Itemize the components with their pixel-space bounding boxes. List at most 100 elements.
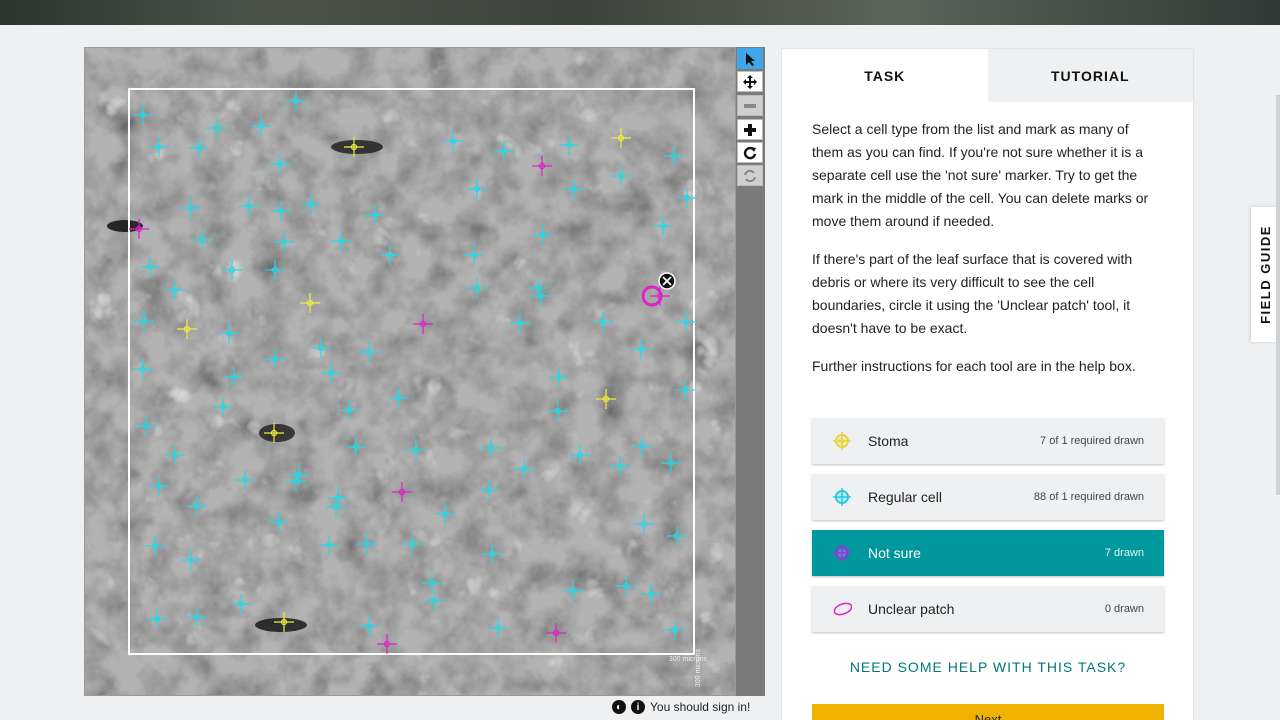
cell-mark[interactable] — [570, 445, 590, 465]
cell-mark[interactable] — [213, 397, 233, 417]
cell-mark[interactable] — [464, 245, 484, 265]
cell-mark[interactable] — [321, 363, 341, 383]
cell-mark[interactable] — [231, 594, 251, 614]
cell-mark[interactable] — [251, 116, 271, 136]
cell-mark[interactable] — [667, 526, 687, 546]
cell-mark[interactable] — [235, 470, 255, 490]
tool-option-stoma[interactable]: Stoma 7 of 1 required drawn — [812, 418, 1164, 464]
cell-mark[interactable] — [402, 534, 422, 554]
page-scrollbar[interactable] — [1276, 95, 1280, 495]
tool-option-regular-cell[interactable]: Regular cell 88 of 1 required drawn — [812, 474, 1164, 520]
cell-mark[interactable] — [365, 205, 385, 225]
cell-mark[interactable] — [392, 482, 412, 502]
cell-mark[interactable] — [564, 179, 584, 199]
cell-mark[interactable] — [664, 146, 684, 166]
tab-tutorial[interactable]: TUTORIAL — [987, 49, 1193, 102]
cell-mark[interactable] — [207, 118, 227, 138]
cell-mark[interactable] — [269, 512, 289, 532]
contrast-icon[interactable]: ◐ — [612, 700, 626, 714]
cell-mark[interactable] — [380, 245, 400, 265]
cell-mark[interactable] — [528, 278, 548, 298]
cell-mark[interactable] — [488, 618, 508, 638]
cell-mark[interactable] — [532, 156, 552, 176]
cell-mark[interactable] — [563, 581, 583, 601]
cell-mark[interactable] — [533, 225, 553, 245]
cell-mark[interactable] — [286, 471, 306, 491]
cell-mark[interactable] — [611, 166, 631, 186]
cell-mark[interactable] — [140, 257, 160, 277]
cell-mark[interactable] — [319, 535, 339, 555]
cell-mark[interactable] — [344, 137, 364, 157]
cell-mark[interactable] — [222, 260, 242, 280]
cell-mark[interactable] — [632, 436, 652, 456]
cell-mark[interactable] — [239, 196, 259, 216]
cell-mark[interactable] — [359, 342, 379, 362]
cell-mark[interactable] — [467, 179, 487, 199]
cell-mark[interactable] — [265, 260, 285, 280]
cell-mark[interactable] — [274, 232, 294, 252]
cell-mark[interactable] — [389, 388, 409, 408]
move-tool-button[interactable] — [737, 71, 763, 92]
cell-mark[interactable] — [289, 465, 309, 485]
cell-mark[interactable] — [422, 573, 442, 593]
cell-mark[interactable] — [192, 230, 212, 250]
cell-mark[interactable] — [339, 400, 359, 420]
cell-mark[interactable] — [634, 514, 654, 534]
cell-mark[interactable] — [616, 576, 636, 596]
cell-mark[interactable] — [331, 231, 351, 251]
cell-mark[interactable] — [661, 453, 681, 473]
cell-mark[interactable] — [165, 445, 185, 465]
zoom-in-button[interactable] — [737, 119, 763, 140]
cell-mark[interactable] — [610, 456, 630, 476]
cell-mark[interactable] — [129, 219, 149, 239]
cell-mark[interactable] — [467, 278, 487, 298]
cell-mark[interactable] — [274, 612, 294, 632]
cell-mark[interactable] — [675, 380, 695, 400]
cell-mark[interactable] — [377, 634, 397, 654]
cell-mark[interactable] — [177, 319, 197, 339]
cell-mark[interactable] — [559, 135, 579, 155]
cell-mark[interactable] — [136, 416, 156, 436]
cell-mark[interactable] — [611, 128, 631, 148]
cell-mark[interactable] — [443, 131, 463, 151]
cell-mark[interactable] — [357, 534, 377, 554]
cell-mark[interactable] — [546, 623, 566, 643]
tab-task[interactable]: TASK — [782, 49, 988, 102]
cell-mark[interactable] — [286, 91, 306, 111]
cell-mark[interactable] — [187, 496, 207, 516]
tool-option-not-sure[interactable]: Not sure 7 drawn — [812, 530, 1164, 576]
cell-mark[interactable] — [424, 591, 444, 611]
cell-mark[interactable] — [264, 423, 284, 443]
zoom-out-button[interactable] — [737, 95, 763, 116]
cell-mark[interactable] — [301, 194, 321, 214]
cell-mark[interactable] — [677, 188, 697, 208]
cell-mark[interactable] — [631, 339, 651, 359]
cell-mark[interactable] — [187, 607, 207, 627]
cell-mark[interactable] — [133, 359, 153, 379]
cell-mark[interactable] — [181, 198, 201, 218]
cell-mark[interactable] — [328, 488, 348, 508]
cell-mark[interactable] — [479, 480, 499, 500]
next-button[interactable]: Next — [812, 704, 1164, 720]
cell-mark[interactable] — [300, 293, 320, 313]
tool-option-unclear-patch[interactable]: Unclear patch 0 drawn — [812, 586, 1164, 632]
cell-mark[interactable] — [359, 616, 379, 636]
image-viewer[interactable]: 300 microns 300 microns — [84, 47, 736, 696]
cell-mark[interactable] — [653, 216, 673, 236]
cell-mark[interactable] — [481, 438, 501, 458]
cell-mark[interactable] — [406, 440, 426, 460]
cell-mark[interactable] — [346, 437, 366, 457]
cell-mark[interactable] — [133, 105, 153, 125]
cell-mark[interactable] — [482, 544, 502, 564]
cell-mark[interactable] — [510, 313, 530, 333]
cell-mark[interactable] — [219, 323, 239, 343]
cell-mark[interactable] — [514, 459, 534, 479]
cell-mark[interactable] — [265, 349, 285, 369]
delete-mark-icon[interactable] — [658, 272, 676, 290]
cell-mark[interactable] — [676, 312, 696, 332]
cell-mark[interactable] — [311, 338, 331, 358]
cell-mark[interactable] — [435, 504, 455, 524]
cell-mark[interactable] — [596, 389, 616, 409]
pointer-tool-button[interactable] — [737, 48, 763, 69]
cell-mark[interactable] — [189, 138, 209, 158]
